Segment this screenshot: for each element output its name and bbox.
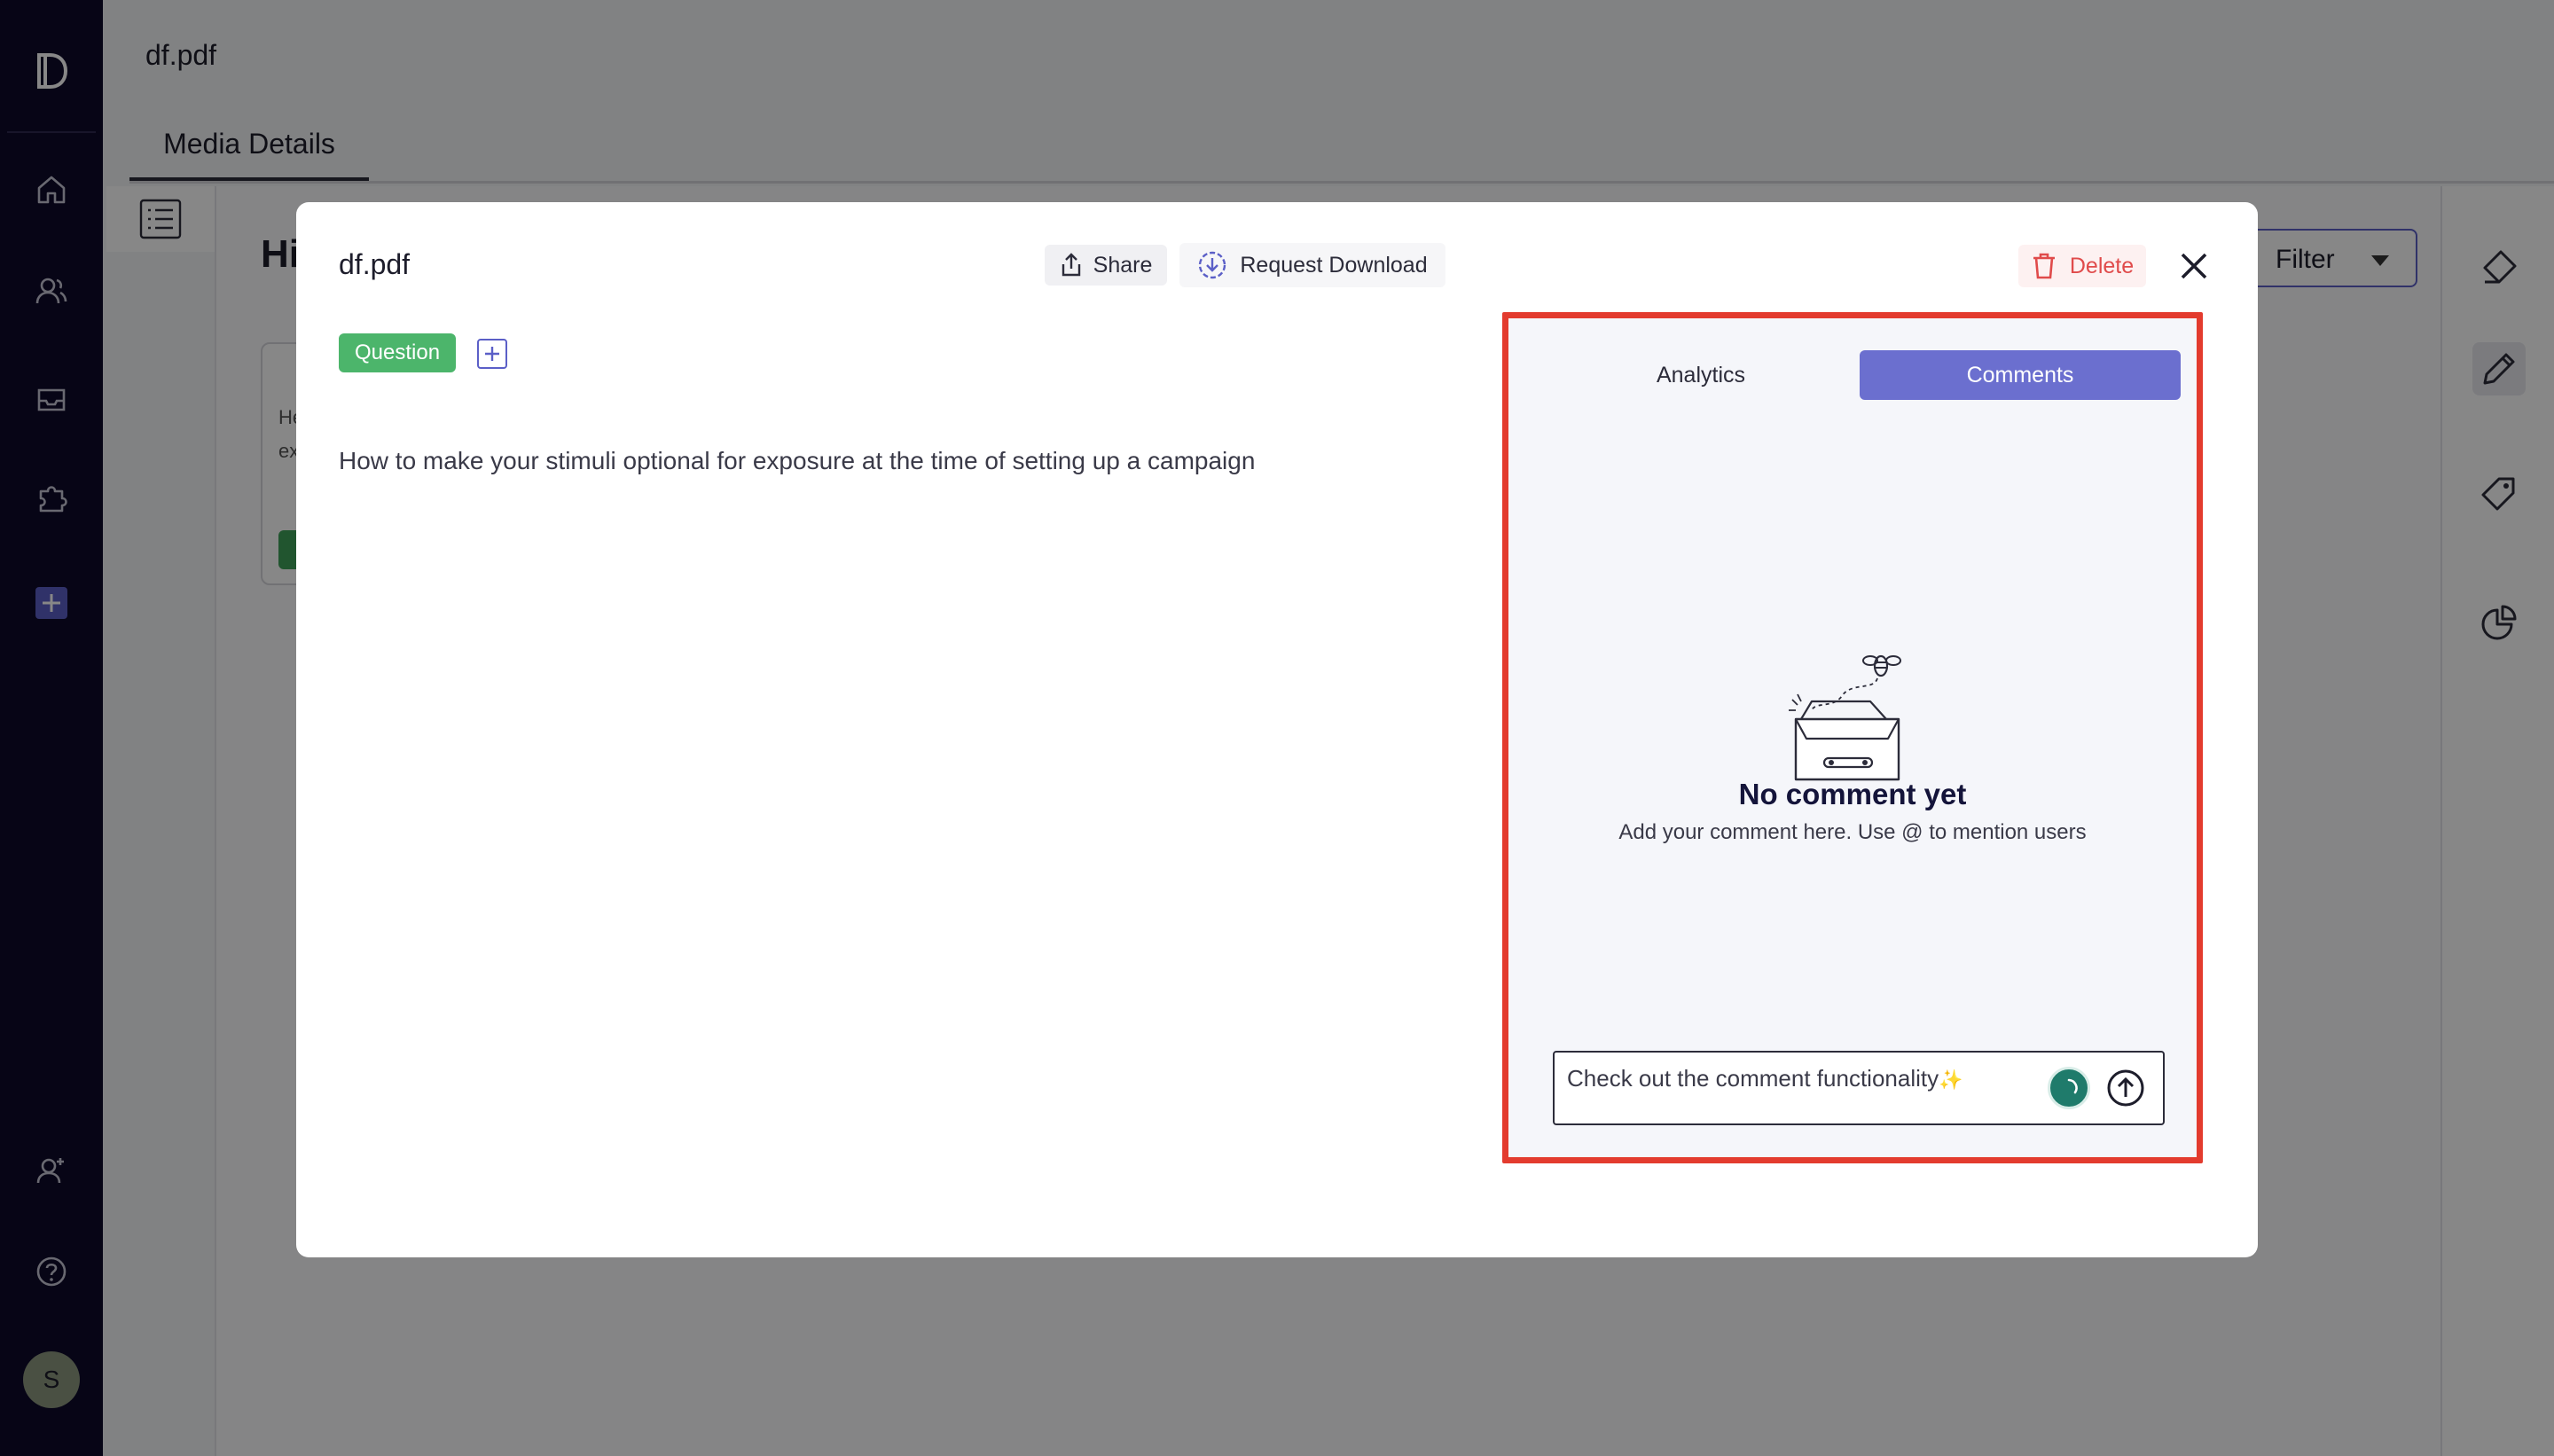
delete-label: Delete [2069,253,2135,278]
add-tag-button[interactable] [477,339,507,369]
spinner-arc-icon [2067,1078,2078,1094]
request-download-label: Request Download [1240,252,1428,278]
plus-icon [485,347,499,361]
download-circle-icon [1199,251,1226,279]
loading-spinner-icon [2048,1067,2090,1109]
trash-icon [2033,253,2055,279]
close-icon [2181,253,2207,279]
media-description: How to make your stimuli optional for ex… [339,447,1256,474]
arrow-up-circle-icon [2107,1069,2144,1107]
comment-input[interactable]: Check out the comment functionality✨ [1553,1051,2165,1125]
empty-box-bee-icon [1789,654,1901,781]
share-label: Share [1093,252,1153,278]
comments-panel: Analytics Comments No comment yet Add yo… [1502,312,2203,1163]
empty-state-subtitle: Add your comment here. Use @ to mention … [1618,820,2087,844]
share-button[interactable]: Share [1045,245,1167,286]
send-comment-button[interactable] [2106,1069,2145,1108]
share-icon [1062,253,1080,277]
media-detail-modal: df.pdf Share Request Download Delete Que… [296,202,2258,1257]
tag-question[interactable]: Question [339,333,457,372]
tab-comments[interactable]: Comments [1860,350,2181,400]
comment-input-value[interactable]: Check out the comment functionality✨ [1567,1065,1963,1092]
request-download-button[interactable]: Request Download [1179,243,1445,287]
comment-input-text: Check out the comment functionality [1567,1065,1939,1092]
delete-button[interactable]: Delete [2018,245,2146,287]
sparkles-emoji: ✨ [1939,1069,1963,1091]
empty-state-title: No comment yet [1738,778,1967,810]
modal-title: df.pdf [339,248,411,280]
close-modal-button[interactable] [2173,245,2215,287]
tab-analytics[interactable]: Analytics [1540,350,1861,400]
